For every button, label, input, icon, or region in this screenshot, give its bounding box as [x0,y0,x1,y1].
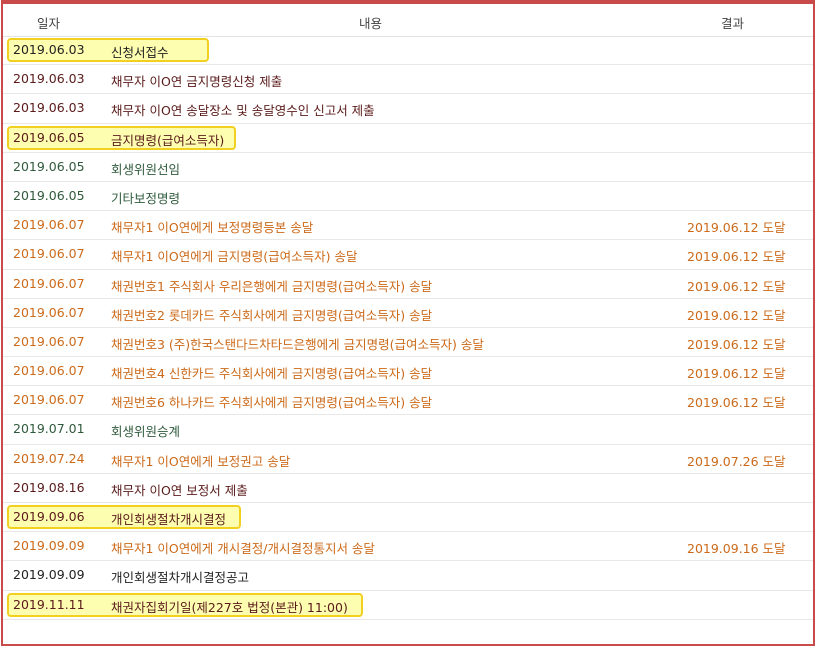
row-date: 2019.06.07 [13,275,85,291]
row-content: 신청서접수 [111,45,169,60]
row-date: 2019.06.07 [13,246,85,262]
row-result: 2019.06.12 도달 [687,336,786,352]
table-body: 2019.06.03 신청서접수 2019.06.03 채무자 이O연 금지명령신청 … [3,36,813,620]
row-result: 2019.07.26 도달 [687,453,786,469]
table-row[interactable]: 2019.06.05 금지명령(급여소득자) [3,124,813,153]
row-content: 채무자1 이O연에게 금지명령(급여소득자) 송달 [111,249,358,265]
row-date: 2019.06.03 [13,71,85,87]
row-content: 개인회생절차개시결정 [111,512,227,527]
row-date: 2019.06.07 [13,363,85,379]
row-content: 채무자1 이O연에게 보정명령등본 송달 [111,220,314,236]
row-content: 채권번호6 하나카드 주식회사에게 금지명령(급여소득자) 송달 [111,395,433,411]
row-content: 채권번호2 롯데카드 주식회사에게 금지명령(급여소득자) 송달 [111,307,433,323]
row-date: 2019.06.07 [13,392,85,408]
table-row[interactable]: 2019.11.11 채권자집회기일(제227호 법정(본관) 11:00) [3,591,813,620]
row-content: 개인회생절차개시결정공고 [111,570,250,586]
table-row[interactable]: 2019.06.07 채권번호6 하나카드 주식회사에게 금지명령(급여소득자) … [3,386,813,416]
row-content: 회생위원선임 [111,161,181,177]
row-date: 2019.07.24 [13,450,85,466]
table-row[interactable]: 2019.06.05 기타보정명령 [3,182,813,212]
table-row[interactable]: 2019.08.16 채무자 이O연 보정서 제출 [3,474,813,503]
row-date: 2019.09.06 [13,509,85,524]
header-result: 결과 [721,16,745,31]
row-date: 2019.06.07 [13,217,85,233]
table-row[interactable]: 2019.07.24 채무자1 이O연에게 보정권고 송달 2019.07.26 도… [3,445,813,474]
table-row[interactable]: 2019.06.07 채무자1 이O연에게 보정명령등본 송달 2019.06.12… [3,211,813,241]
row-date: 2019.06.05 [13,187,85,203]
row-result: 2019.09.16 도달 [687,541,786,557]
row-result: 2019.06.12 도달 [687,366,786,382]
row-content: 채무자1 이O연에게 개시결정/개시결정통지서 송달 [111,541,375,557]
row-result: 2019.06.12 도달 [687,395,786,411]
row-content: 채무자 이O연 금지명령신청 제출 [111,74,283,90]
table-row[interactable]: 2019.06.03 채무자 이O연 금지명령신청 제출 [3,65,813,95]
row-content: 기타보정명령 [111,190,181,206]
table-row[interactable]: 2019.09.09 개인회생절차개시결정공고 [3,561,813,591]
table-row[interactable]: 2019.09.09 채무자1 이O연에게 개시결정/개시결정통지서 송달 2019… [3,532,813,562]
row-result: 2019.06.12 도달 [687,220,786,236]
row-content: 채권번호3 (주)한국스탠다드차타드은행에게 금지명령(급여소득자) 송달 [111,336,484,352]
row-date: 2019.06.03 [13,100,85,116]
row-content: 금지명령(급여소득자) [111,132,225,148]
row-result: 2019.06.12 도달 [687,307,786,323]
table-row[interactable]: 2019.06.07 채권번호2 롯데카드 주식회사에게 금지명령(급여소득자) … [3,299,813,328]
table-row[interactable]: 2019.06.03 신청서접수 [3,36,813,66]
row-result: 2019.06.12 도달 [687,278,786,294]
row-date: 2019.06.03 [13,42,85,57]
table-row[interactable]: 2019.06.05 회생위원선임 [3,153,813,182]
row-content: 채권자집회기일(제227호 법정(본관) 11:00) [111,599,348,615]
row-date: 2019.06.07 [13,333,85,349]
row-result: 2019.06.12 도달 [687,249,786,265]
row-content: 채권번호4 신한카드 주식회사에게 금지명령(급여소득자) 송달 [111,366,433,382]
row-date: 2019.11.11 [13,596,85,612]
table-row[interactable]: 2019.07.01 회생위원승계 [3,415,813,445]
row-content: 채무자 이O연 송달장소 및 송달영수인 신고서 제출 [111,103,375,119]
row-date: 2019.06.05 [13,129,85,145]
row-date: 2019.08.16 [13,479,85,495]
table-row[interactable]: 2019.06.07 채권번호4 신한카드 주식회사에게 금지명령(급여소득자) … [3,357,813,387]
table-row[interactable]: 2019.06.07 채권번호1 주식회사 우리은행에게 금지명령(급여소득자) … [3,270,813,299]
row-content: 채무자1 이O연에게 보정권고 송달 [111,453,291,469]
table-row[interactable]: 2019.06.03 채무자 이O연 송달장소 및 송달영수인 신고서 제출 [3,94,813,124]
row-date: 2019.09.09 [13,538,85,554]
table-header: 일자 내용 결과 [3,4,813,37]
row-date: 2019.09.09 [13,567,85,583]
header-date: 일자 [37,16,61,31]
table-row[interactable]: 2019.06.07 채무자1 이O연에게 금지명령(급여소득자) 송달 2019.… [3,240,813,270]
row-date: 2019.06.05 [13,158,85,174]
table-row[interactable]: 2019.06.07 채권번호3 (주)한국스탠다드차타드은행에게 금지명령(급여… [3,328,813,358]
row-date: 2019.06.07 [13,304,85,320]
header-content: 내용 [359,16,383,31]
row-content: 회생위원승계 [111,424,181,440]
row-content: 채무자 이O연 보정서 제출 [111,482,248,498]
table-row[interactable]: 2019.09.06 개인회생절차개시결정 [3,503,813,533]
row-date: 2019.07.01 [13,421,85,437]
row-content: 채권번호1 주식회사 우리은행에게 금지명령(급여소득자) 송달 [111,278,433,294]
